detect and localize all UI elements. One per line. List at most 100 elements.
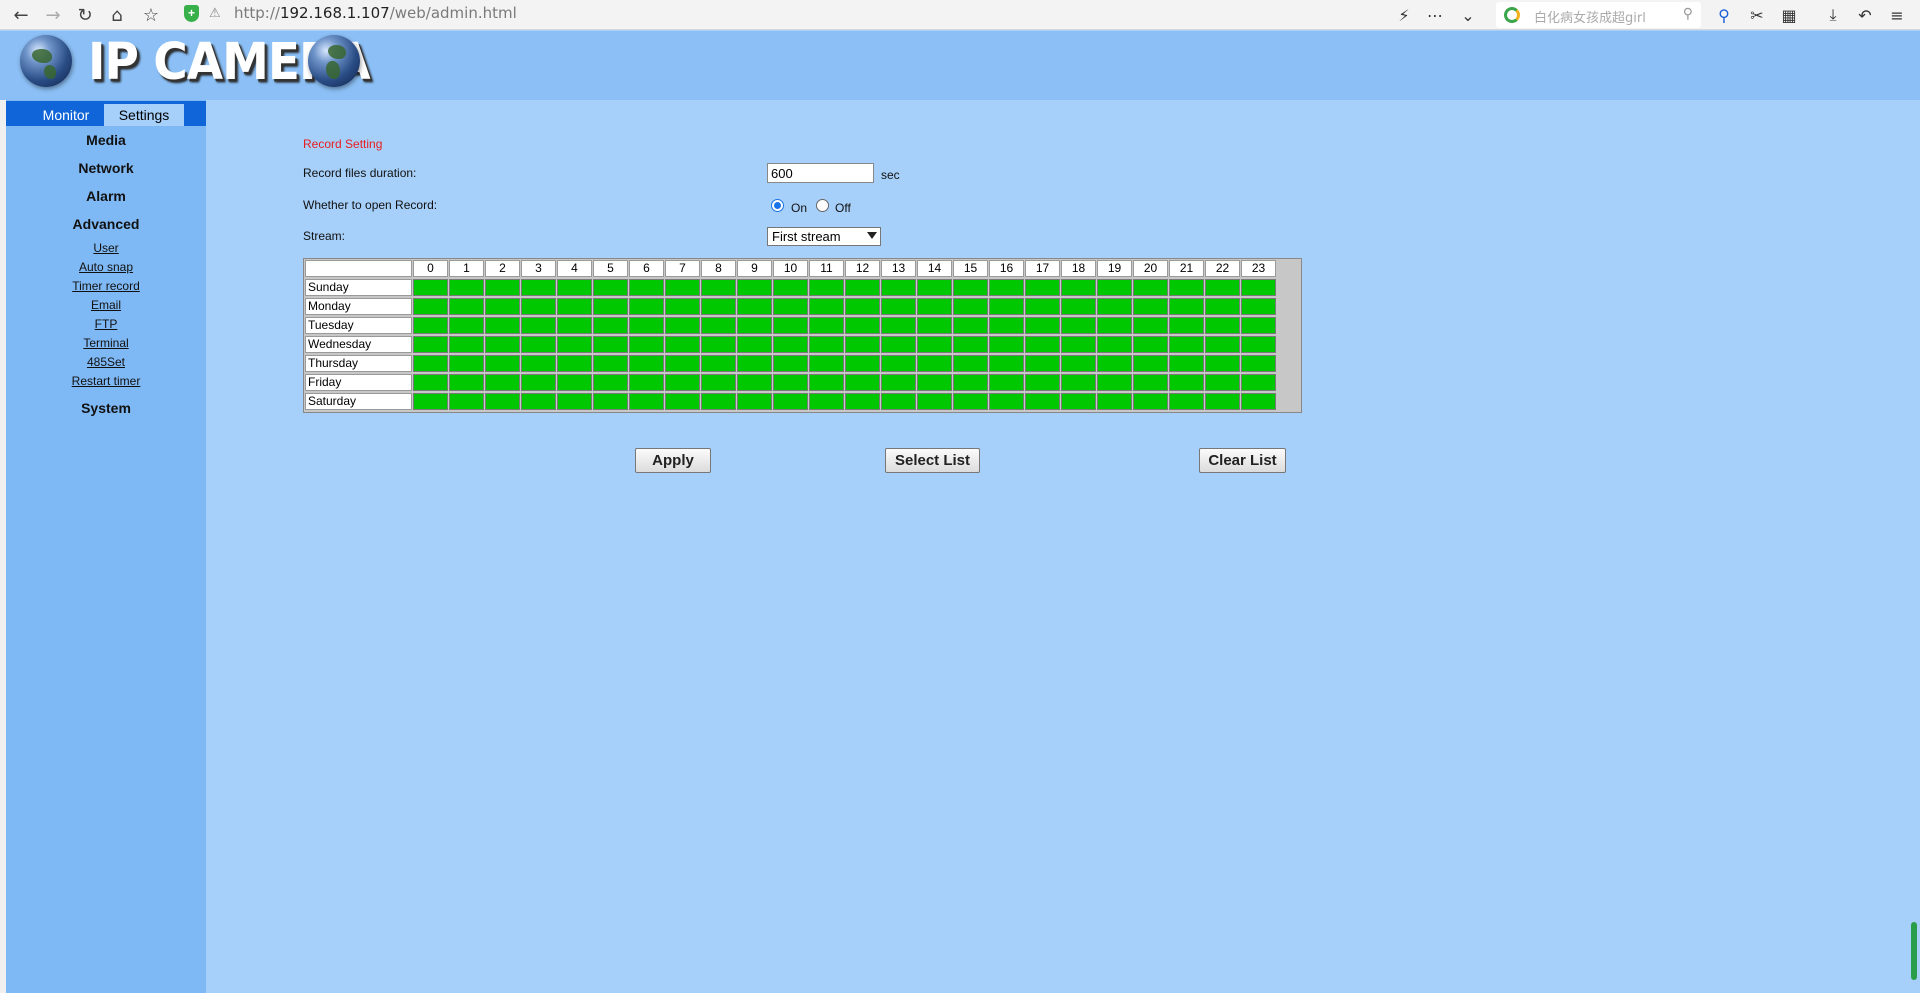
menu-icon[interactable]: ≡ [1885,3,1909,27]
hour-header[interactable]: 21 [1169,260,1204,277]
schedule-slot[interactable] [773,336,808,353]
schedule-slot[interactable] [701,298,736,315]
schedule-slot[interactable] [1205,355,1240,372]
schedule-slot[interactable] [989,336,1024,353]
schedule-slot[interactable] [809,298,844,315]
schedule-slot[interactable] [989,355,1024,372]
schedule-slot[interactable] [1241,336,1276,353]
schedule-slot[interactable] [557,355,592,372]
schedule-slot[interactable] [449,355,484,372]
schedule-slot[interactable] [773,317,808,334]
find-icon[interactable]: ⚲ [1712,3,1736,27]
schedule-slot[interactable] [773,279,808,296]
schedule-slot[interactable] [557,393,592,410]
hour-header[interactable]: 3 [521,260,556,277]
schedule-slot[interactable] [737,317,772,334]
schedule-slot[interactable] [809,279,844,296]
schedule-slot[interactable] [521,336,556,353]
schedule-slot[interactable] [449,393,484,410]
schedule-slot[interactable] [413,336,448,353]
schedule-slot[interactable] [737,336,772,353]
day-label[interactable]: Friday [305,374,412,391]
schedule-slot[interactable] [1133,298,1168,315]
schedule-slot[interactable] [701,374,736,391]
hour-header[interactable]: 10 [773,260,808,277]
undo-icon[interactable]: ↶ [1853,3,1877,27]
schedule-slot[interactable] [989,317,1024,334]
schedule-slot[interactable] [521,374,556,391]
hour-header[interactable]: 5 [593,260,628,277]
schedule-slot[interactable] [1169,355,1204,372]
schedule-slot[interactable] [1133,393,1168,410]
stream-select[interactable]: First stream [767,227,881,246]
schedule-slot[interactable] [773,393,808,410]
schedule-slot[interactable] [917,317,952,334]
schedule-slot[interactable] [1205,317,1240,334]
schedule-slot[interactable] [773,355,808,372]
schedule-slot[interactable] [1025,355,1060,372]
schedule-slot[interactable] [665,317,700,334]
day-label[interactable]: Wednesday [305,336,412,353]
tab-settings[interactable]: Settings [104,104,184,126]
back-icon[interactable]: ← [8,2,34,28]
download-icon[interactable]: ⤓ [1821,3,1845,27]
schedule-slot[interactable] [485,355,520,372]
schedule-slot[interactable] [629,317,664,334]
schedule-slot[interactable] [521,279,556,296]
hour-header[interactable]: 4 [557,260,592,277]
schedule-slot[interactable] [1025,298,1060,315]
schedule-slot[interactable] [881,374,916,391]
schedule-slot[interactable] [1241,279,1276,296]
hour-header[interactable]: 13 [881,260,916,277]
schedule-slot[interactable] [485,336,520,353]
schedule-slot[interactable] [449,317,484,334]
schedule-slot[interactable] [1133,336,1168,353]
schedule-slot[interactable] [485,317,520,334]
schedule-slot[interactable] [449,279,484,296]
hour-header[interactable]: 2 [485,260,520,277]
schedule-slot[interactable] [1097,336,1132,353]
schedule-slot[interactable] [1097,298,1132,315]
search-icon[interactable]: ⚲ [1683,5,1693,22]
schedule-slot[interactable] [485,374,520,391]
schedule-slot[interactable] [809,355,844,372]
schedule-slot[interactable] [1061,317,1096,334]
schedule-slot[interactable] [1133,279,1168,296]
day-label[interactable]: Sunday [305,279,412,296]
schedule-slot[interactable] [413,393,448,410]
schedule-slot[interactable] [629,279,664,296]
day-label[interactable]: Monday [305,298,412,315]
schedule-slot[interactable] [485,279,520,296]
schedule-slot[interactable] [1133,317,1168,334]
schedule-slot[interactable] [665,279,700,296]
select-list-button[interactable]: Select List [885,448,980,473]
menu-alarm[interactable]: Alarm [6,188,206,204]
hour-header[interactable]: 11 [809,260,844,277]
schedule-slot[interactable] [1061,355,1096,372]
schedule-slot[interactable] [557,298,592,315]
schedule-slot[interactable] [881,298,916,315]
schedule-slot[interactable] [1241,317,1276,334]
menu-485set[interactable]: 485Set [6,355,206,369]
schedule-slot[interactable] [1133,355,1168,372]
schedule-slot[interactable] [1241,374,1276,391]
schedule-slot[interactable] [953,355,988,372]
hour-header[interactable]: 8 [701,260,736,277]
hour-header[interactable]: 15 [953,260,988,277]
schedule-slot[interactable] [809,374,844,391]
schedule-slot[interactable] [593,355,628,372]
schedule-slot[interactable] [1241,355,1276,372]
schedule-slot[interactable] [1025,374,1060,391]
schedule-slot[interactable] [629,374,664,391]
apply-button[interactable]: Apply [635,448,711,473]
schedule-slot[interactable] [665,374,700,391]
menu-system[interactable]: System [6,400,206,416]
schedule-slot[interactable] [917,355,952,372]
schedule-slot[interactable] [953,298,988,315]
schedule-slot[interactable] [521,317,556,334]
more-icon[interactable]: ⋯ [1423,3,1447,27]
schedule-slot[interactable] [593,317,628,334]
address-bar[interactable]: http://192.168.1.107/web/admin.html [234,4,517,22]
schedule-slot[interactable] [1097,317,1132,334]
schedule-slot[interactable] [953,393,988,410]
